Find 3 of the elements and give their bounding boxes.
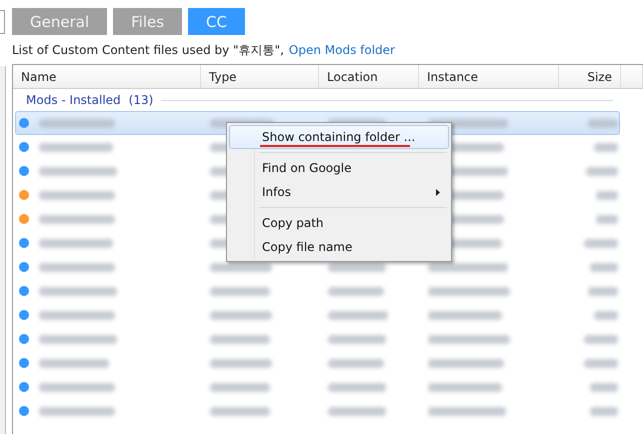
group-label: Mods - Installed	[26, 93, 121, 107]
description-text: List of Custom Content files used by "휴지통",	[12, 42, 284, 58]
group-count: (13)	[128, 93, 154, 107]
